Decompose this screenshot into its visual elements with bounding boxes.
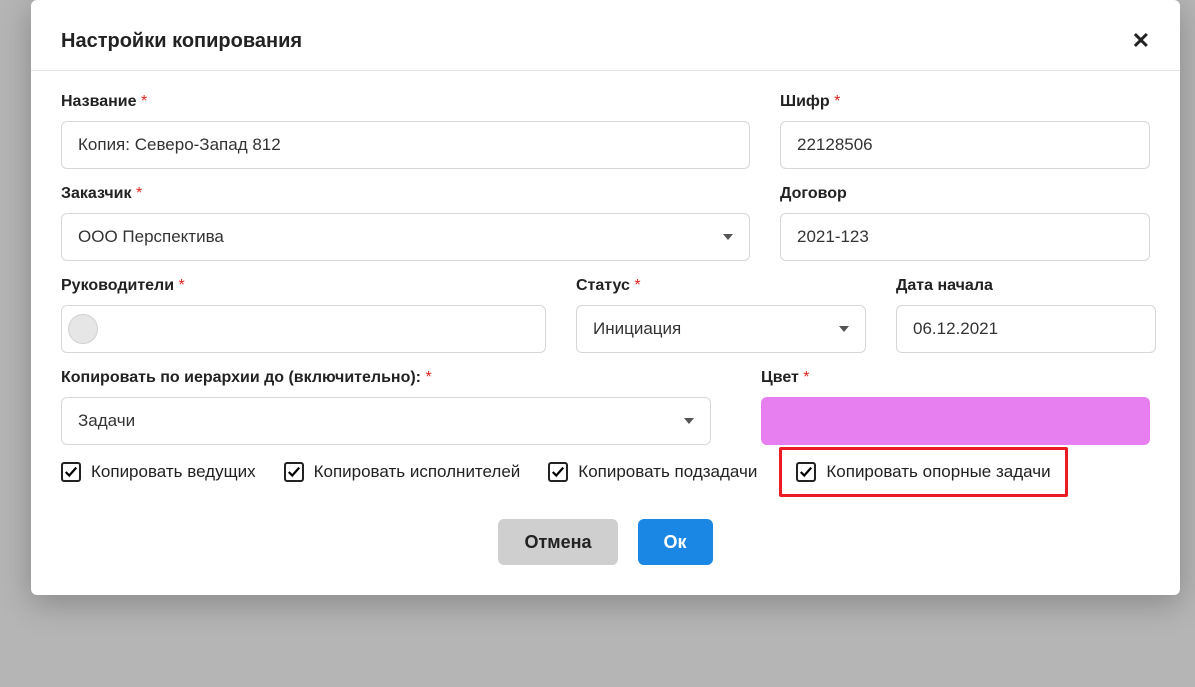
contract-input[interactable] <box>780 213 1150 261</box>
checkbox-row: Копировать ведущих Копировать исполнител… <box>61 461 1150 483</box>
copy-subtasks-checkbox[interactable]: Копировать подзадачи <box>548 462 757 482</box>
name-label: Название <box>61 93 750 111</box>
hierarchy-field-group: Копировать по иерархии до (включительно)… <box>61 369 711 445</box>
startdate-input[interactable] <box>896 305 1156 353</box>
managers-input[interactable] <box>61 305 546 353</box>
status-label: Статус <box>576 277 866 295</box>
cipher-field-group: Шифр <box>780 93 1150 169</box>
customer-label: Заказчик <box>61 185 750 203</box>
checkbox-icon <box>284 462 304 482</box>
status-field-group: Статус Инициация <box>576 277 866 353</box>
checkbox-icon <box>796 462 816 482</box>
status-select[interactable]: Инициация <box>576 305 866 353</box>
hierarchy-select[interactable]: Задачи <box>61 397 711 445</box>
managers-label: Руководители <box>61 277 546 295</box>
copy-leads-checkbox[interactable]: Копировать ведущих <box>61 462 256 482</box>
ok-button[interactable]: Ок <box>638 519 713 565</box>
chevron-down-icon <box>723 234 733 240</box>
name-field-group: Название <box>61 93 750 169</box>
status-value: Инициация <box>593 319 681 339</box>
copy-settings-modal: Настройки копирования ✕ Название Шифр За… <box>31 0 1180 595</box>
color-label: Цвет <box>761 369 1150 387</box>
customer-value: ООО Перспектива <box>78 227 224 247</box>
chevron-down-icon <box>839 326 849 332</box>
close-icon[interactable]: ✕ <box>1132 28 1150 54</box>
copy-subtasks-label: Копировать подзадачи <box>578 462 757 482</box>
highlight-annotation: Копировать опорные задачи <box>779 447 1067 497</box>
customer-select[interactable]: ООО Перспектива <box>61 213 750 261</box>
copy-execs-label: Копировать исполнителей <box>314 462 521 482</box>
name-input[interactable] <box>61 121 750 169</box>
hierarchy-label: Копировать по иерархии до (включительно)… <box>61 369 711 387</box>
modal-body: Название Шифр Заказчик ООО Перспектива Д… <box>31 71 1180 595</box>
modal-footer: Отмена Ок <box>61 519 1150 565</box>
cipher-label: Шифр <box>780 93 1150 111</box>
managers-field-group: Руководители <box>61 277 546 353</box>
contract-field-group: Договор <box>780 185 1150 261</box>
avatar[interactable] <box>68 314 98 344</box>
customer-field-group: Заказчик ООО Перспектива <box>61 185 750 261</box>
copy-reference-label: Копировать опорные задачи <box>826 462 1050 482</box>
hierarchy-value: Задачи <box>78 411 135 431</box>
copy-leads-label: Копировать ведущих <box>91 462 256 482</box>
startdate-label: Дата начала <box>896 277 1156 295</box>
cancel-button[interactable]: Отмена <box>498 519 617 565</box>
checkbox-icon <box>61 462 81 482</box>
copy-execs-checkbox[interactable]: Копировать исполнителей <box>284 462 521 482</box>
contract-label: Договор <box>780 185 1150 203</box>
color-picker[interactable] <box>761 397 1150 445</box>
color-field-group: Цвет <box>761 369 1150 445</box>
copy-reference-checkbox[interactable]: Копировать опорные задачи <box>796 462 1050 482</box>
startdate-field-group: Дата начала <box>896 277 1156 353</box>
checkbox-icon <box>548 462 568 482</box>
chevron-down-icon <box>684 418 694 424</box>
cipher-input[interactable] <box>780 121 1150 169</box>
modal-header: Настройки копирования ✕ <box>31 0 1180 71</box>
modal-title: Настройки копирования <box>61 30 302 53</box>
